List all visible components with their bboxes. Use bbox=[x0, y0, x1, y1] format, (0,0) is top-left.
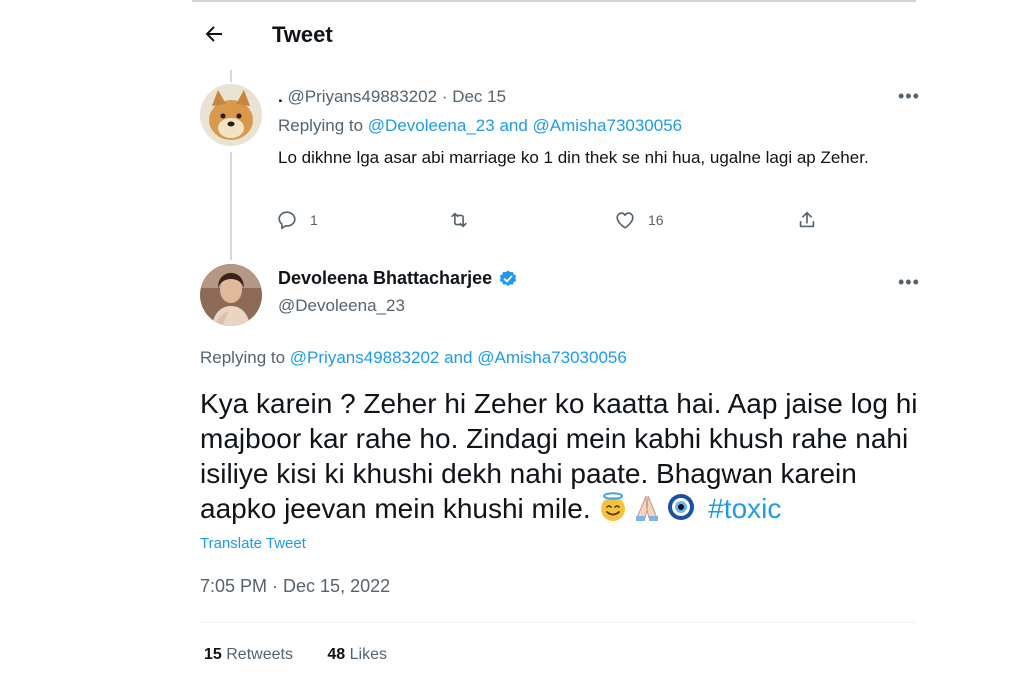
like-button[interactable]: 16 bbox=[614, 206, 664, 234]
tweet-timestamp[interactable]: 7:05 PM · Dec 15, 2022 bbox=[200, 576, 390, 597]
likes-count: 48 bbox=[327, 646, 346, 663]
replying-prefix: Replying to bbox=[278, 116, 364, 135]
reply-more-icon[interactable]: ••• bbox=[898, 86, 920, 107]
replying-and: and bbox=[444, 348, 473, 367]
retweet-button[interactable] bbox=[448, 206, 470, 234]
replying-prefix: Replying to bbox=[200, 348, 286, 367]
heart-icon bbox=[616, 212, 634, 229]
tweet-replying-to: Replying to @Priyans49883202 and @Amisha… bbox=[200, 348, 627, 368]
author-name[interactable]: Devoleena Bhattacharjee bbox=[278, 268, 492, 289]
share-icon bbox=[799, 211, 815, 228]
replying-user-link[interactable]: @Amisha73030056 bbox=[533, 116, 683, 135]
reply-count: 1 bbox=[310, 212, 318, 228]
folded-hands-emoji-icon bbox=[636, 495, 659, 521]
share-button[interactable] bbox=[796, 206, 818, 234]
tweet-stats: 15 Retweets 48 Likes bbox=[204, 646, 417, 664]
like-count: 16 bbox=[648, 212, 664, 228]
reply-date[interactable]: Dec 15 bbox=[452, 87, 506, 106]
author-name-row[interactable]: Devoleena Bhattacharjee bbox=[278, 268, 518, 289]
smiling-face-with-halo-emoji-icon bbox=[601, 492, 626, 521]
reply-author-name[interactable]: . bbox=[278, 87, 283, 106]
tweet-body: Kya karein ? Zeher hi Zeher ko kaatta ha… bbox=[200, 386, 920, 526]
tweet-text: Kya karein ? Zeher hi Zeher ko kaatta ha… bbox=[200, 388, 918, 524]
author-handle[interactable]: @Devoleena_23 bbox=[278, 296, 405, 316]
reply-avatar[interactable] bbox=[200, 84, 262, 146]
replying-user-link[interactable]: @Devoleena_23 bbox=[368, 116, 495, 135]
likes-stat[interactable]: 48 Likes bbox=[327, 646, 387, 663]
page-header: Tweet bbox=[192, 10, 916, 62]
verified-badge-icon bbox=[499, 270, 517, 286]
translate-tweet-link[interactable]: Translate Tweet bbox=[200, 535, 306, 552]
divider bbox=[200, 622, 916, 623]
thread-line bbox=[230, 152, 232, 260]
retweets-label: Retweets bbox=[226, 646, 293, 663]
thread-line-top bbox=[230, 70, 232, 82]
reply-author-handle[interactable]: @Priyans49883202 bbox=[287, 87, 437, 106]
replying-user-link[interactable]: @Amisha73030056 bbox=[477, 348, 627, 367]
tweet-more-icon[interactable]: ••• bbox=[898, 272, 920, 293]
hashtag-link[interactable]: #toxic bbox=[708, 493, 781, 524]
reply-text: Lo dikhne lga asar abi marriage ko 1 din… bbox=[278, 148, 869, 167]
replying-user-link[interactable]: @Priyans49883202 bbox=[290, 348, 440, 367]
likes-label: Likes bbox=[349, 646, 388, 663]
retweets-stat[interactable]: 15 Retweets bbox=[204, 646, 297, 663]
back-arrow-icon[interactable] bbox=[202, 22, 226, 46]
nazar-amulet-emoji-icon bbox=[668, 494, 695, 520]
tweet-column: Tweet . @Priyans49883202 · Dec 15 ••• Re… bbox=[192, 0, 919, 683]
reply-icon bbox=[278, 211, 296, 230]
author-avatar[interactable] bbox=[200, 264, 262, 326]
reply-replying-to: Replying to @Devoleena_23 and @Amisha730… bbox=[278, 116, 682, 136]
retweet-icon bbox=[451, 212, 467, 228]
reply-button[interactable]: 1 bbox=[276, 206, 318, 234]
replying-and: and bbox=[499, 116, 528, 135]
separator-dot: · bbox=[441, 87, 453, 106]
top-border bbox=[192, 0, 916, 2]
reply-header: . @Priyans49883202 · Dec 15 bbox=[278, 87, 506, 107]
page-title: Tweet bbox=[272, 22, 333, 47]
retweets-count: 15 bbox=[204, 646, 222, 663]
